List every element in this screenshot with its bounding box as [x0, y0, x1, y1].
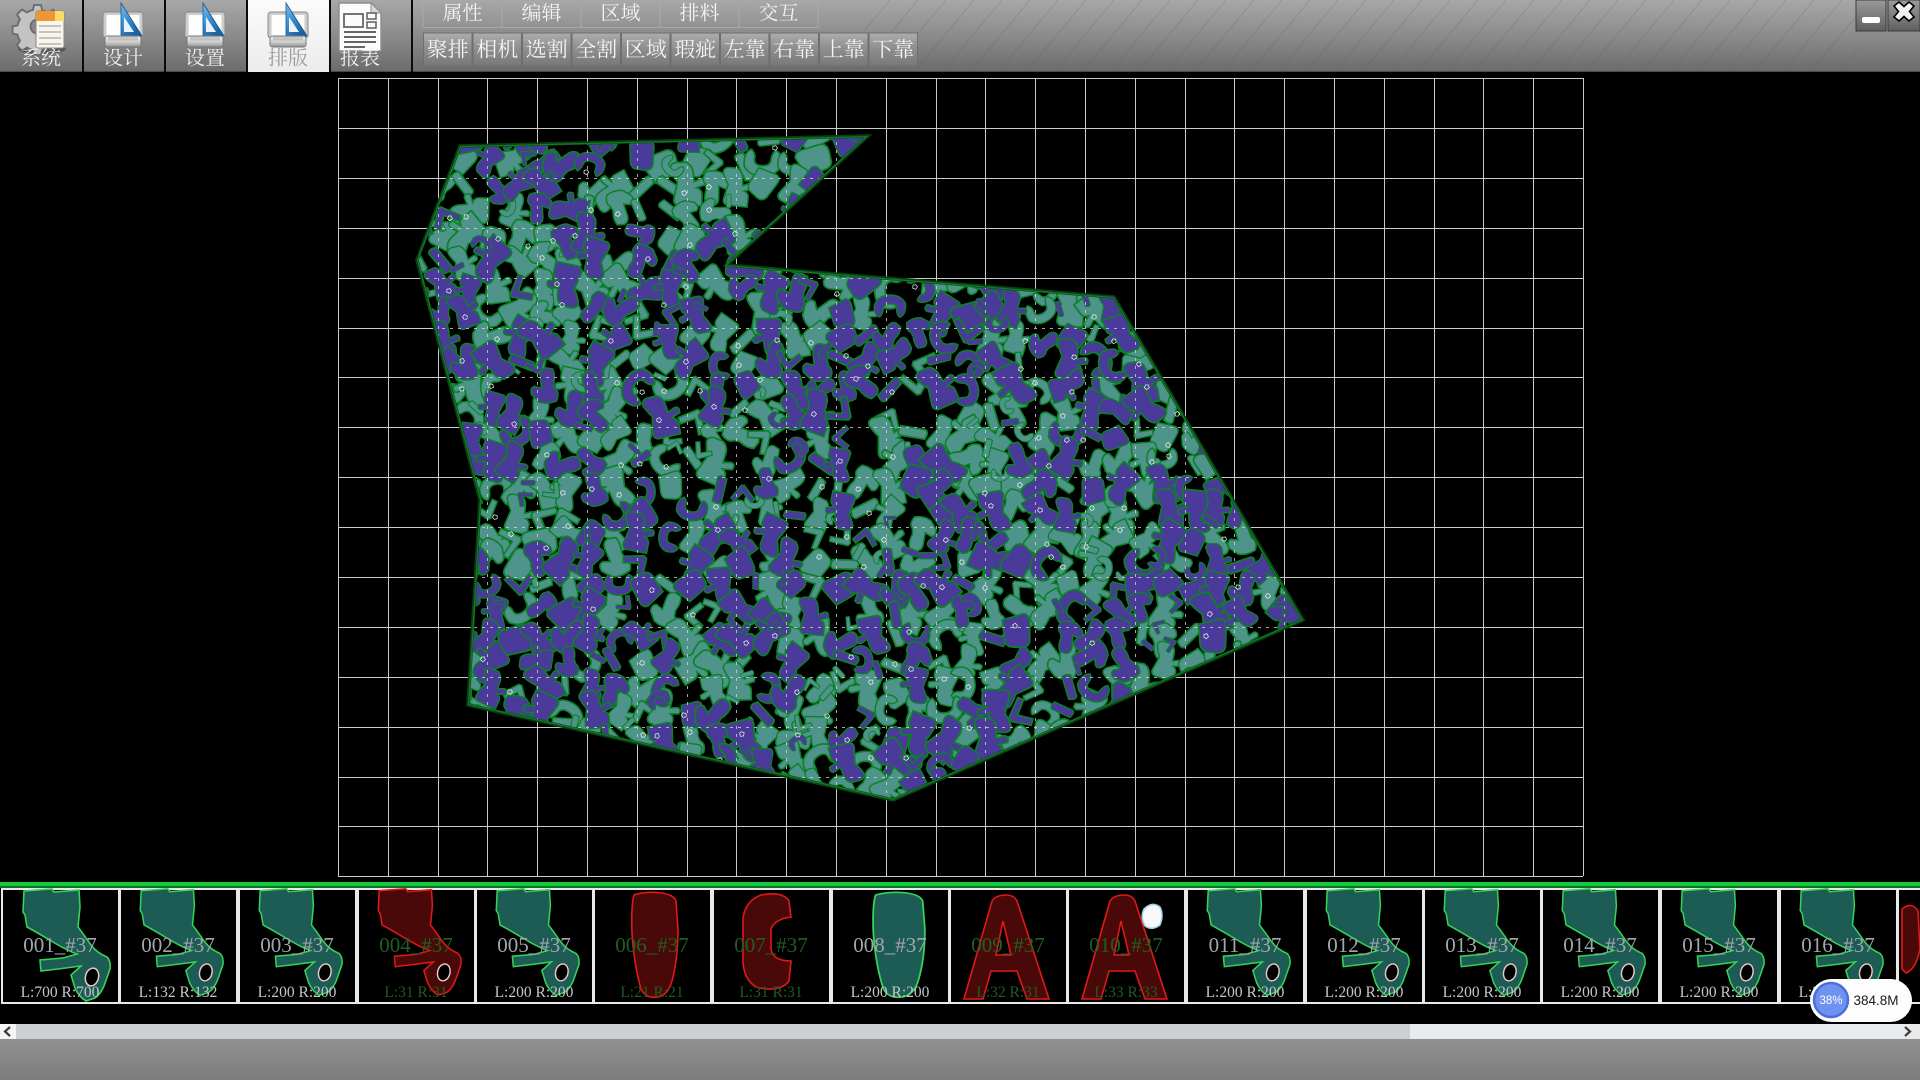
svg-text:L:200 R:200: L:200 R:200 [1206, 984, 1285, 1001]
svg-text:002_#37: 002_#37 [141, 933, 215, 957]
svg-text:L:32 R:31: L:32 R:31 [976, 984, 1039, 1001]
svg-text:011_#37: 011_#37 [1209, 933, 1282, 957]
svg-text:014_#37: 014_#37 [1563, 933, 1637, 957]
svg-text:L:200 R:200: L:200 R:200 [851, 984, 930, 1001]
svg-text:006_#37: 006_#37 [615, 933, 689, 957]
svg-text:001_#37: 001_#37 [23, 933, 97, 957]
svg-text:L:700 R:700: L:700 R:700 [21, 984, 100, 1001]
svg-text:L:31 R:31: L:31 R:31 [384, 984, 447, 1001]
svg-text:003_#37: 003_#37 [260, 933, 334, 957]
svg-text:L:132 R:132: L:132 R:132 [139, 984, 218, 1001]
svg-text:008_#37: 008_#37 [853, 933, 927, 957]
svg-text:013_#37: 013_#37 [1445, 933, 1519, 957]
svg-text:L:200 R:200: L:200 R:200 [1325, 984, 1404, 1001]
svg-text:38%: 38% [1819, 995, 1842, 1007]
svg-text:L:200 R:200: L:200 R:200 [1443, 984, 1522, 1001]
svg-text:L:200 R:200: L:200 R:200 [1680, 984, 1759, 1001]
svg-text:016_#37: 016_#37 [1801, 933, 1875, 957]
svg-text:L:200 R:200: L:200 R:200 [258, 984, 337, 1001]
svg-text:007_#37: 007_#37 [734, 933, 808, 957]
svg-text:L:31 R:31: L:31 R:31 [739, 984, 802, 1001]
svg-text:012_#37: 012_#37 [1327, 933, 1401, 957]
svg-text:009_#37: 009_#37 [971, 933, 1045, 957]
svg-text:L:21 R:21: L:21 R:21 [620, 984, 683, 1001]
svg-text:015_#37: 015_#37 [1682, 933, 1756, 957]
svg-text:L:200 R:200: L:200 R:200 [495, 984, 574, 1001]
svg-text:005_#37: 005_#37 [497, 933, 571, 957]
svg-text:384.8M: 384.8M [1853, 993, 1898, 1008]
svg-text:004_#37: 004_#37 [379, 933, 453, 957]
svg-text:010_#37: 010_#37 [1089, 933, 1163, 957]
svg-text:L:33 R:33: L:33 R:33 [1094, 984, 1158, 1001]
svg-text:L:200 R:200: L:200 R:200 [1561, 984, 1640, 1001]
